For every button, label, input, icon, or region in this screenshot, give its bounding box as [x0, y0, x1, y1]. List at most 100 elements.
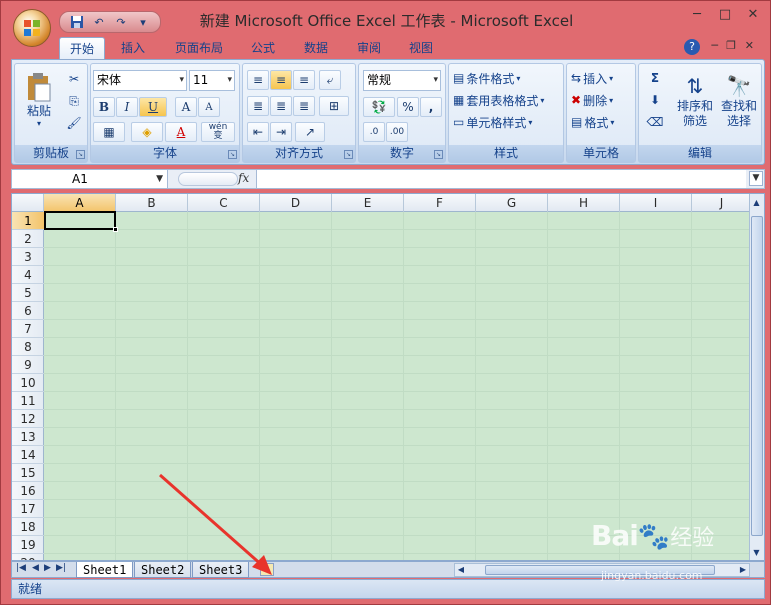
active-cell[interactable] [44, 211, 118, 232]
comma-button[interactable]: , [420, 97, 442, 117]
expand-formula-bar-icon[interactable]: ▼ [749, 171, 763, 186]
increase-decimal-button[interactable]: .0 [363, 122, 385, 142]
horizontal-scrollbar[interactable]: ◀ ▶ [454, 563, 750, 577]
font-family-select[interactable]: 宋体 ▾ [93, 70, 187, 91]
clear-icon[interactable]: ⌫ [643, 112, 667, 132]
row-header[interactable]: 6 [12, 302, 44, 320]
ribbon-close-icon[interactable]: ✕ [745, 39, 754, 52]
row-header[interactable]: 16 [12, 482, 44, 500]
wrap-text-icon[interactable]: ⤶ [319, 70, 341, 90]
borders-icon[interactable]: ▦ [93, 122, 125, 142]
decrease-decimal-icon[interactable]: .00 [386, 122, 408, 142]
dialog-launcher-icon[interactable]: ↘ [228, 150, 237, 159]
align-left-icon[interactable]: ≣ [247, 96, 269, 116]
row-header[interactable]: 11 [12, 392, 44, 410]
column-header[interactable]: I [620, 194, 692, 212]
ribbon-restore-icon[interactable]: ❐ [726, 39, 736, 52]
customize-qat-icon[interactable]: ▾ [134, 14, 152, 30]
tab-view[interactable]: 视图 [399, 37, 443, 59]
save-icon[interactable] [68, 14, 86, 30]
font-color-button[interactable]: A [165, 122, 197, 142]
row-header[interactable]: 7 [12, 320, 44, 338]
column-header[interactable]: H [548, 194, 620, 212]
bold-button[interactable]: B [93, 97, 115, 117]
scroll-left-icon[interactable]: ◀ [455, 563, 467, 577]
column-header[interactable]: J [692, 194, 752, 212]
row-header[interactable]: 14 [12, 446, 44, 464]
format-painter-icon[interactable]: 🖌 [65, 114, 83, 132]
insert-function-button[interactable]: fx [238, 171, 249, 185]
formula-input[interactable] [256, 170, 746, 188]
cell-grid[interactable] [44, 212, 752, 560]
tab-page-layout[interactable]: 页面布局 [165, 37, 233, 59]
tab-review[interactable]: 审阅 [347, 37, 391, 59]
cut-icon[interactable]: ✂ [65, 70, 83, 88]
formula-buttons[interactable] [178, 172, 238, 186]
last-sheet-icon[interactable]: ▶| [56, 563, 66, 573]
row-header[interactable]: 9 [12, 356, 44, 374]
percent-button[interactable]: % [397, 97, 419, 117]
paste-button[interactable]: 粘贴 ▾ [19, 68, 59, 132]
phonetic-button[interactable]: wén 变 [201, 122, 235, 142]
ribbon-minimize-icon[interactable]: ─ [711, 39, 718, 52]
delete-cells-button[interactable]: ✖ 删除 ▾ [571, 90, 613, 110]
autosum-button[interactable]: Σ [643, 68, 667, 88]
decrease-indent-icon[interactable]: ⇤ [247, 122, 269, 142]
sheet-tab[interactable]: Sheet1 [76, 562, 134, 578]
fill-handle[interactable] [113, 227, 118, 232]
column-header[interactable]: G [476, 194, 548, 212]
column-header[interactable]: D [260, 194, 332, 212]
fill-color-icon[interactable]: ◈ [131, 122, 163, 142]
horizontal-scroll-thumb[interactable] [485, 565, 715, 575]
align-middle-icon[interactable]: ≡ [270, 70, 292, 90]
format-cells-button[interactable]: ▤ 格式 ▾ [571, 112, 614, 132]
column-header[interactable]: C [188, 194, 260, 212]
align-bottom-icon[interactable]: ≡ [293, 70, 315, 90]
next-sheet-icon[interactable]: ▶ [44, 563, 51, 573]
cell-styles-button[interactable]: ▭ 单元格样式 ▾ [453, 112, 532, 132]
sheet-tab[interactable]: Sheet2 [134, 562, 192, 578]
office-button[interactable] [13, 9, 51, 47]
row-header[interactable]: 2 [12, 230, 44, 248]
scroll-down-icon[interactable]: ▼ [750, 546, 763, 560]
dialog-launcher-icon[interactable]: ↘ [76, 150, 85, 159]
row-header[interactable]: 13 [12, 428, 44, 446]
row-header[interactable]: 17 [12, 500, 44, 518]
sort-filter-button[interactable]: ⇅ 排序和 筛选 [673, 68, 717, 134]
shrink-font-button[interactable]: A [198, 97, 220, 117]
row-header[interactable]: 8 [12, 338, 44, 356]
row-header[interactable]: 15 [12, 464, 44, 482]
row-header[interactable]: 19 [12, 536, 44, 554]
grow-font-button[interactable]: A [175, 97, 197, 117]
row-header[interactable]: 3 [12, 248, 44, 266]
tab-data[interactable]: 数据 [294, 37, 338, 59]
close-button[interactable]: ✕ [740, 5, 766, 23]
column-header[interactable]: A [44, 194, 116, 212]
column-header[interactable]: E [332, 194, 404, 212]
scroll-right-icon[interactable]: ▶ [737, 563, 749, 577]
increase-indent-icon[interactable]: ⇥ [270, 122, 292, 142]
first-sheet-icon[interactable]: |◀ [16, 563, 26, 573]
copy-icon[interactable]: ⎘ [65, 92, 83, 110]
number-format-select[interactable]: 常规 ▾ [363, 70, 441, 91]
orientation-icon[interactable]: ↗ [295, 122, 325, 142]
row-header[interactable]: 18 [12, 518, 44, 536]
prev-sheet-icon[interactable]: ◀ [32, 563, 39, 573]
dialog-launcher-icon[interactable]: ↘ [344, 150, 353, 159]
row-header[interactable]: 10 [12, 374, 44, 392]
row-header[interactable]: 12 [12, 410, 44, 428]
conditional-format-button[interactable]: ▤ 条件格式 ▾ [453, 68, 520, 88]
column-header[interactable]: F [404, 194, 476, 212]
tab-insert[interactable]: 插入 [111, 37, 155, 59]
row-header[interactable]: 5 [12, 284, 44, 302]
scroll-up-icon[interactable]: ▲ [750, 196, 763, 210]
find-select-button[interactable]: 🔭 查找和 选择 [719, 68, 759, 134]
select-all-corner[interactable] [12, 194, 44, 212]
row-header[interactable]: 4 [12, 266, 44, 284]
help-icon[interactable]: ? [684, 39, 700, 55]
vertical-scrollbar[interactable]: ▲ ▼ [749, 194, 764, 560]
vertical-scroll-thumb[interactable] [751, 216, 763, 536]
align-right-icon[interactable]: ≣ [293, 96, 315, 116]
tab-formulas[interactable]: 公式 [241, 37, 285, 59]
underline-button[interactable]: U [139, 97, 167, 117]
